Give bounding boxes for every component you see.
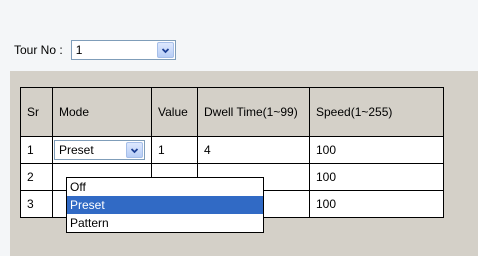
cell-sr: 2	[20, 163, 53, 191]
chevron-down-icon	[131, 147, 138, 153]
tour-no-value: 1	[75, 43, 83, 57]
cell-speed[interactable]: 100	[309, 190, 444, 218]
cell-speed[interactable]: 100	[309, 163, 444, 191]
header-sr: Sr	[20, 87, 53, 137]
tour-no-select[interactable]: 1	[70, 40, 176, 60]
cell-dwell[interactable]: 4	[197, 136, 310, 164]
cell-mode: Preset	[52, 136, 152, 164]
mode-dropdown-button[interactable]	[126, 142, 143, 158]
tour-no-dropdown-button[interactable]	[156, 42, 174, 58]
header-dwell-time: Dwell Time(1~99)	[197, 87, 310, 137]
header-speed: Speed(1~255)	[309, 87, 444, 137]
chevron-down-icon	[161, 47, 169, 53]
header-mode: Mode	[52, 87, 152, 137]
table-row: 1 Preset 1 4 100	[20, 136, 444, 164]
mode-option-pattern[interactable]: Pattern	[67, 214, 263, 232]
mode-select-value: Preset	[59, 143, 94, 157]
mode-option-preset[interactable]: Preset	[67, 196, 263, 214]
cell-sr: 1	[20, 136, 53, 164]
header-value: Value	[151, 87, 198, 137]
table-header-row: Sr Mode Value Dwell Time(1~99) Speed(1~2…	[20, 87, 444, 137]
mode-option-off[interactable]: Off	[67, 178, 263, 196]
cell-value[interactable]: 1	[151, 136, 198, 164]
tour-bar: Tour No : 1	[8, 30, 478, 70]
cell-sr: 3	[20, 190, 53, 218]
mode-select[interactable]: Preset	[54, 140, 145, 160]
mode-dropdown-list: Off Preset Pattern	[66, 177, 264, 233]
tour-no-label: Tour No :	[14, 43, 63, 57]
cell-speed[interactable]: 100	[309, 136, 444, 164]
